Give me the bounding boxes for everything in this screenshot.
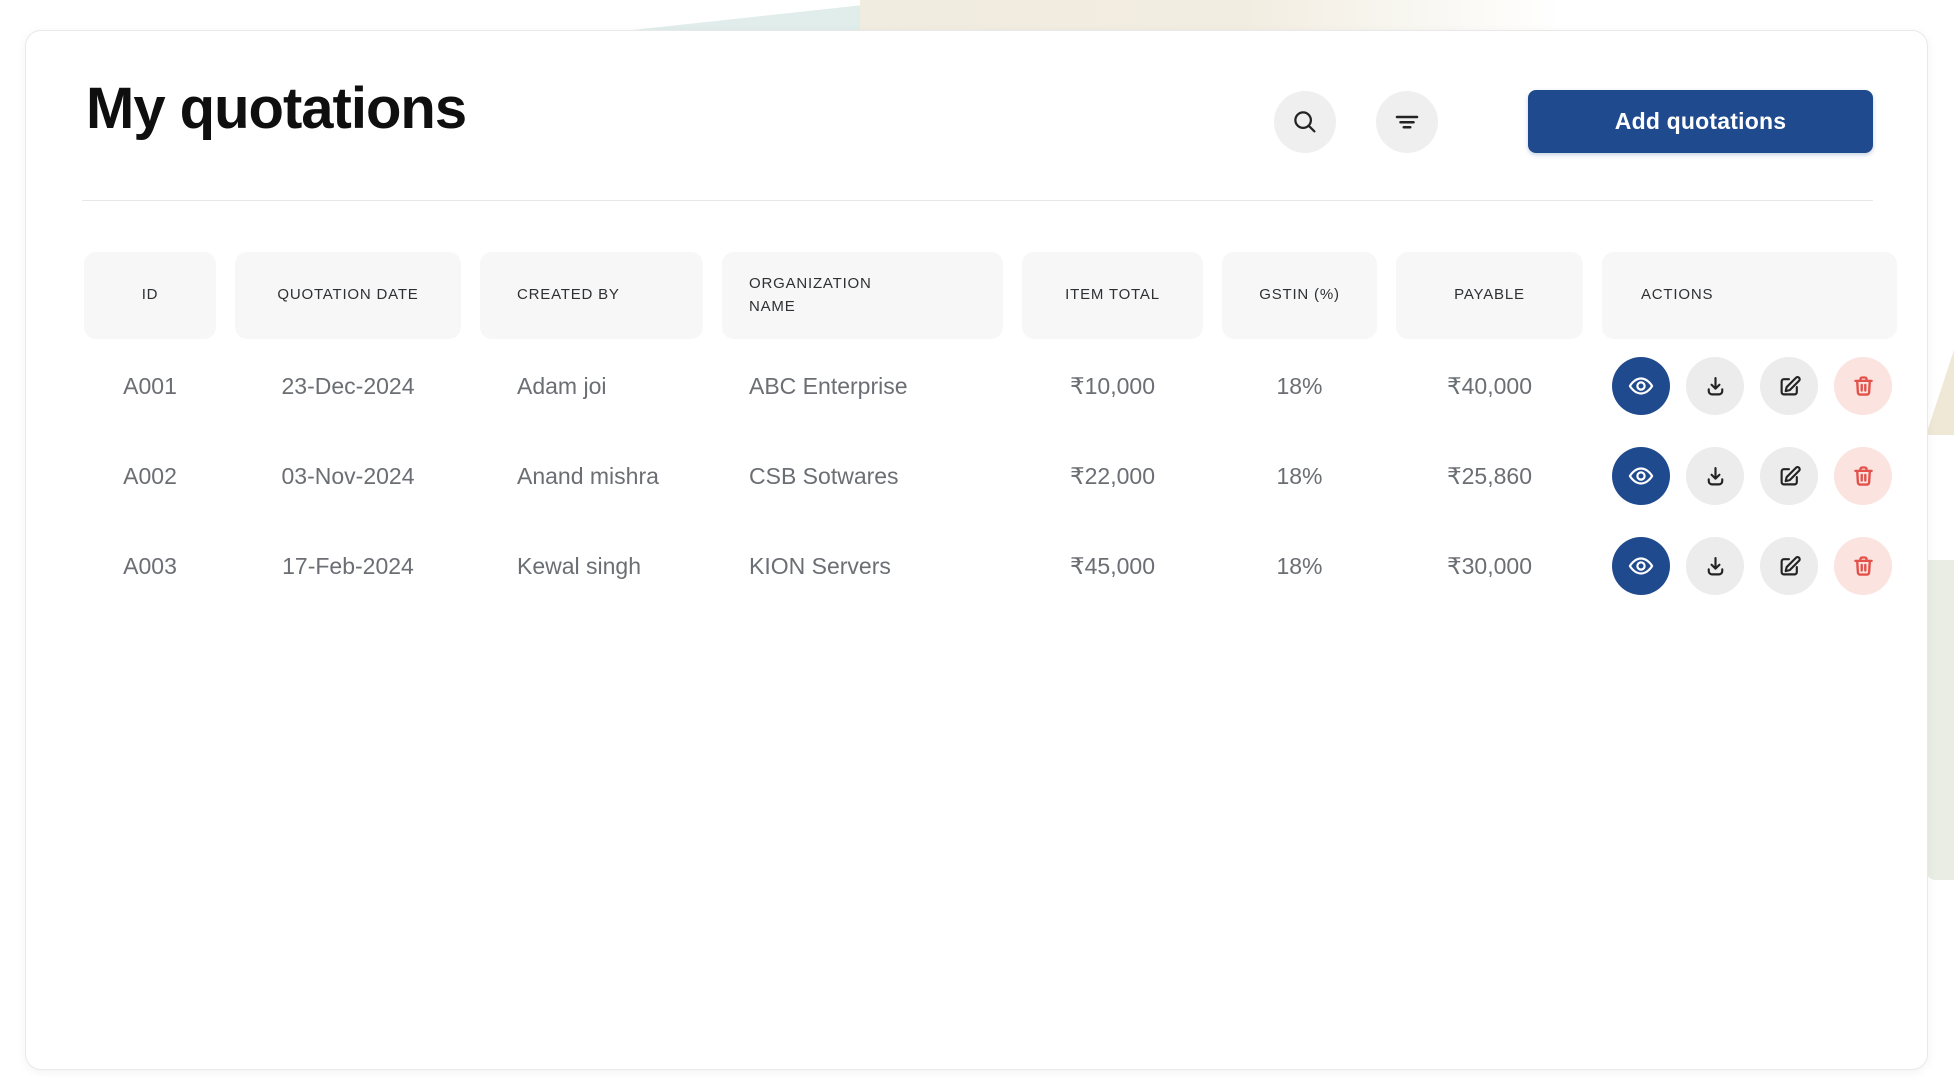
table-row: A001 23-Dec-2024 Adam joi ABC Enterprise…: [84, 341, 1897, 431]
column-header-gstin: GSTIN (%): [1222, 252, 1377, 339]
edit-button[interactable]: [1760, 537, 1818, 595]
cell-organization-name: KION Servers: [722, 553, 1003, 580]
column-header-id: ID: [84, 252, 216, 339]
table-row: A002 03-Nov-2024 Anand mishra CSB Sotwar…: [84, 431, 1897, 521]
edit-pencil-icon: [1776, 463, 1803, 490]
cell-payable: ₹40,000: [1396, 373, 1583, 400]
view-button[interactable]: [1612, 537, 1670, 595]
trash-icon: [1850, 373, 1877, 400]
cell-quotation-date: 03-Nov-2024: [235, 463, 461, 490]
column-header-actions: ACTIONS: [1602, 252, 1897, 339]
download-button[interactable]: [1686, 447, 1744, 505]
add-quotations-button[interactable]: Add quotations: [1528, 90, 1873, 153]
filter-button[interactable]: [1376, 91, 1438, 153]
column-header-organization-name: ORGANIZATION NAME: [722, 252, 1003, 339]
cell-created-by: Anand mishra: [480, 463, 703, 490]
download-button[interactable]: [1686, 357, 1744, 415]
header-actions: Add quotations: [1274, 90, 1873, 153]
trash-icon: [1850, 463, 1877, 490]
quotations-table: ID QUOTATION DATE CREATED BY ORGANIZATIO…: [84, 252, 1897, 611]
column-header-item-total: ITEM TOTAL: [1022, 252, 1203, 339]
delete-button[interactable]: [1834, 447, 1892, 505]
cell-payable: ₹25,860: [1396, 463, 1583, 490]
cell-created-by: Kewal singh: [480, 553, 703, 580]
eye-icon: [1627, 372, 1655, 400]
background-accent-beige-right: [1926, 350, 1954, 435]
eye-icon: [1627, 462, 1655, 490]
cell-id: A002: [84, 463, 216, 490]
column-header-payable: PAYABLE: [1396, 252, 1583, 339]
header-divider: [82, 200, 1873, 201]
edit-pencil-icon: [1776, 373, 1803, 400]
delete-button[interactable]: [1834, 357, 1892, 415]
delete-button[interactable]: [1834, 537, 1892, 595]
page-title: My quotations: [86, 77, 466, 141]
view-button[interactable]: [1612, 447, 1670, 505]
column-header-quotation-date: QUOTATION DATE: [235, 252, 461, 339]
search-button[interactable]: [1274, 91, 1336, 153]
filter-icon: [1390, 107, 1424, 137]
edit-pencil-icon: [1776, 553, 1803, 580]
cell-quotation-date: 23-Dec-2024: [235, 373, 461, 400]
cell-item-total: ₹45,000: [1022, 553, 1203, 580]
cell-actions: [1602, 537, 1897, 595]
edit-button[interactable]: [1760, 447, 1818, 505]
download-button[interactable]: [1686, 537, 1744, 595]
cell-quotation-date: 17-Feb-2024: [235, 553, 461, 580]
trash-icon: [1850, 553, 1877, 580]
quotations-card: My quotations Add quotations ID: [25, 30, 1928, 1070]
cell-actions: [1602, 447, 1897, 505]
column-header-created-by: CREATED BY: [480, 252, 703, 339]
cell-payable: ₹30,000: [1396, 553, 1583, 580]
background-accent-beige: [860, 0, 1560, 31]
table-header-row: ID QUOTATION DATE CREATED BY ORGANIZATIO…: [84, 252, 1897, 339]
cell-organization-name: ABC Enterprise: [722, 373, 1003, 400]
cell-gstin: 18%: [1222, 553, 1377, 580]
background-accent-teal: [560, 0, 910, 31]
card-header: My quotations Add quotations: [26, 31, 1927, 153]
cell-id: A003: [84, 553, 216, 580]
download-icon: [1702, 463, 1729, 490]
cell-created-by: Adam joi: [480, 373, 703, 400]
cell-actions: [1602, 357, 1897, 415]
download-icon: [1702, 373, 1729, 400]
cell-organization-name: CSB Sotwares: [722, 463, 1003, 490]
edit-button[interactable]: [1760, 357, 1818, 415]
background-accent-sage: [1926, 560, 1954, 880]
view-button[interactable]: [1612, 357, 1670, 415]
table-row: A003 17-Feb-2024 Kewal singh KION Server…: [84, 521, 1897, 611]
download-icon: [1702, 553, 1729, 580]
search-icon: [1290, 107, 1320, 137]
cell-gstin: 18%: [1222, 463, 1377, 490]
eye-icon: [1627, 552, 1655, 580]
cell-id: A001: [84, 373, 216, 400]
cell-item-total: ₹22,000: [1022, 463, 1203, 490]
cell-gstin: 18%: [1222, 373, 1377, 400]
cell-item-total: ₹10,000: [1022, 373, 1203, 400]
table-body: A001 23-Dec-2024 Adam joi ABC Enterprise…: [84, 341, 1897, 611]
